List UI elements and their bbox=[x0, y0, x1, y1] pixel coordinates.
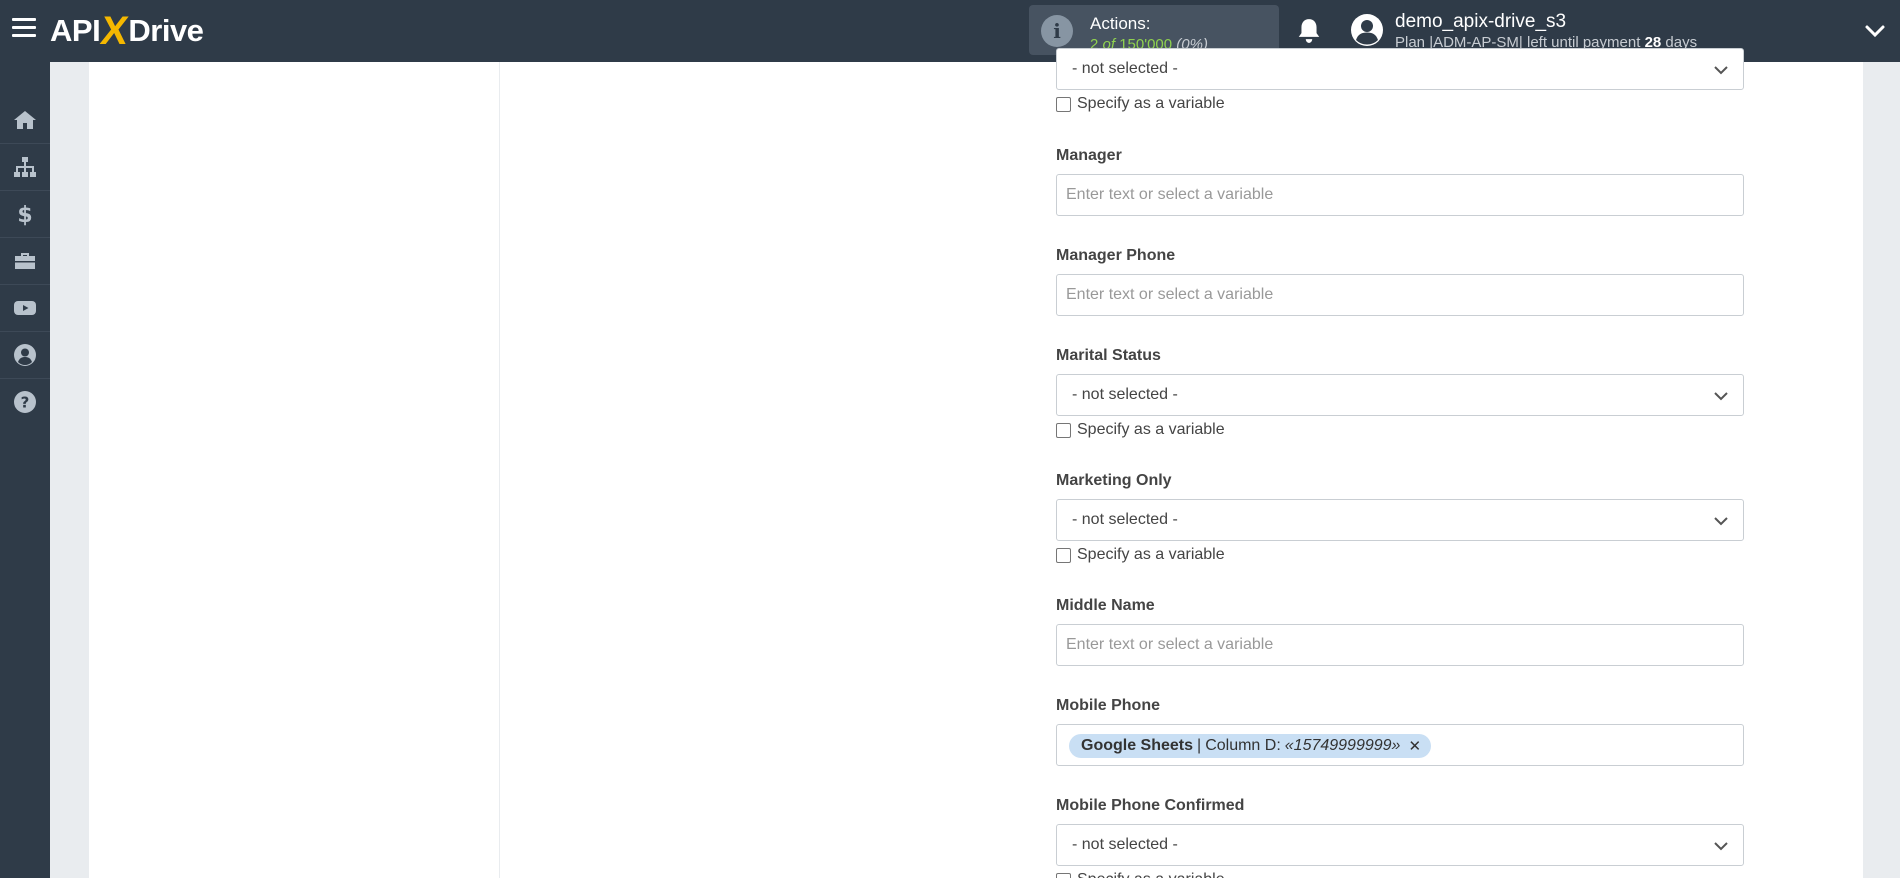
checkbox[interactable] bbox=[1056, 872, 1071, 878]
chevron-down-icon[interactable] bbox=[1864, 20, 1886, 42]
question-circle-icon: ? bbox=[14, 391, 36, 413]
bell-icon[interactable] bbox=[1296, 17, 1322, 45]
marital-status-select[interactable]: - not selected - bbox=[1056, 374, 1744, 416]
chevron-down-icon bbox=[1714, 66, 1728, 75]
username[interactable]: demo_apix-drive_s3 bbox=[1395, 11, 1566, 33]
manager-phone-input[interactable]: Enter text or select a variable bbox=[1056, 274, 1744, 316]
specify-variable-checkbox-top[interactable]: Specify as a variable bbox=[1056, 94, 1225, 114]
checkbox-label: Specify as a variable bbox=[1077, 871, 1225, 878]
apix-drive-logo[interactable]: API X Drive bbox=[50, 8, 204, 54]
chevron-down-icon bbox=[1714, 392, 1728, 401]
sidebar-item-profile[interactable] bbox=[0, 331, 50, 378]
top-select-value: - not selected - bbox=[1072, 60, 1178, 77]
manager-input[interactable]: Enter text or select a variable bbox=[1056, 174, 1744, 216]
manager-label: Manager bbox=[1056, 147, 1122, 164]
top-select[interactable]: - not selected - bbox=[1056, 48, 1744, 90]
middle-name-input[interactable]: Enter text or select a variable bbox=[1056, 624, 1744, 666]
mobile-phone-input[interactable]: Google Sheets | Column D: «15749999999» … bbox=[1056, 724, 1744, 766]
info-icon: i bbox=[1041, 15, 1073, 47]
specify-variable-checkbox-marketing[interactable]: Specify as a variable bbox=[1056, 545, 1225, 565]
svg-text:?: ? bbox=[21, 394, 30, 412]
checkbox-label: Specify as a variable bbox=[1077, 421, 1225, 438]
mobile-phone-label: Mobile Phone bbox=[1056, 697, 1160, 714]
briefcase-icon bbox=[15, 253, 35, 269]
marketing-only-select[interactable]: - not selected - bbox=[1056, 499, 1744, 541]
manager-placeholder: Enter text or select a variable bbox=[1066, 186, 1274, 203]
remove-tag-icon[interactable]: ✕ bbox=[1408, 737, 1421, 755]
specify-variable-checkbox-confirmed[interactable]: Specify as a variable bbox=[1056, 870, 1225, 878]
manager-phone-label: Manager Phone bbox=[1056, 247, 1176, 264]
mobile-phone-confirmed-select[interactable]: - not selected - bbox=[1056, 824, 1744, 866]
marital-status-value: - not selected - bbox=[1072, 386, 1178, 403]
manager-phone-placeholder: Enter text or select a variable bbox=[1066, 286, 1274, 303]
sitemap-icon bbox=[14, 157, 36, 177]
sidebar: $ ? bbox=[0, 62, 50, 878]
svg-text:$: $ bbox=[17, 203, 32, 226]
marital-status-label: Marital Status bbox=[1056, 347, 1161, 364]
tag-separator: | bbox=[1197, 737, 1202, 754]
tag-column: Column D: bbox=[1205, 737, 1281, 754]
main-panel: - not selected - Specify as a variable M… bbox=[500, 48, 1863, 878]
actions-label: Actions: bbox=[1090, 14, 1151, 33]
sidebar-item-billing[interactable]: $ bbox=[0, 190, 50, 237]
checkbox-label: Specify as a variable bbox=[1077, 95, 1225, 112]
dollar-icon: $ bbox=[17, 203, 32, 226]
sidebar-item-videos[interactable] bbox=[0, 284, 50, 331]
avatar[interactable] bbox=[1350, 13, 1384, 47]
checkbox[interactable] bbox=[1056, 422, 1071, 438]
menu-icon[interactable] bbox=[12, 18, 36, 40]
sidebar-item-help[interactable]: ? bbox=[0, 378, 50, 425]
marketing-only-label: Marketing Only bbox=[1056, 472, 1172, 489]
mobile-phone-confirmed-value: - not selected - bbox=[1072, 836, 1178, 853]
user-circle-icon bbox=[14, 344, 36, 366]
checkbox[interactable] bbox=[1056, 547, 1071, 563]
logo-text-right: Drive bbox=[128, 13, 204, 48]
mobile-phone-confirmed-label: Mobile Phone Confirmed bbox=[1056, 797, 1245, 814]
sidebar-item-connections[interactable] bbox=[0, 143, 50, 190]
tag-source: Google Sheets bbox=[1081, 737, 1194, 754]
variable-tag[interactable]: Google Sheets | Column D: «15749999999» … bbox=[1069, 734, 1432, 758]
sidebar-item-home[interactable] bbox=[0, 96, 50, 143]
specify-variable-checkbox-marital[interactable]: Specify as a variable bbox=[1056, 420, 1225, 440]
checkbox[interactable] bbox=[1056, 96, 1071, 112]
sidebar-item-tools[interactable] bbox=[0, 237, 50, 284]
checkbox-label: Specify as a variable bbox=[1077, 546, 1225, 563]
chevron-down-icon bbox=[1714, 517, 1728, 526]
tag-sample: «15749999999» bbox=[1284, 737, 1401, 754]
youtube-icon bbox=[14, 301, 36, 315]
chevron-down-icon bbox=[1714, 842, 1728, 851]
logo-text-left: API bbox=[50, 13, 101, 48]
left-panel bbox=[89, 62, 499, 878]
marketing-only-value: - not selected - bbox=[1072, 511, 1178, 528]
middle-name-label: Middle Name bbox=[1056, 597, 1155, 614]
logo-x: X bbox=[98, 8, 131, 53]
home-icon bbox=[14, 110, 36, 129]
middle-name-placeholder: Enter text or select a variable bbox=[1066, 636, 1274, 653]
